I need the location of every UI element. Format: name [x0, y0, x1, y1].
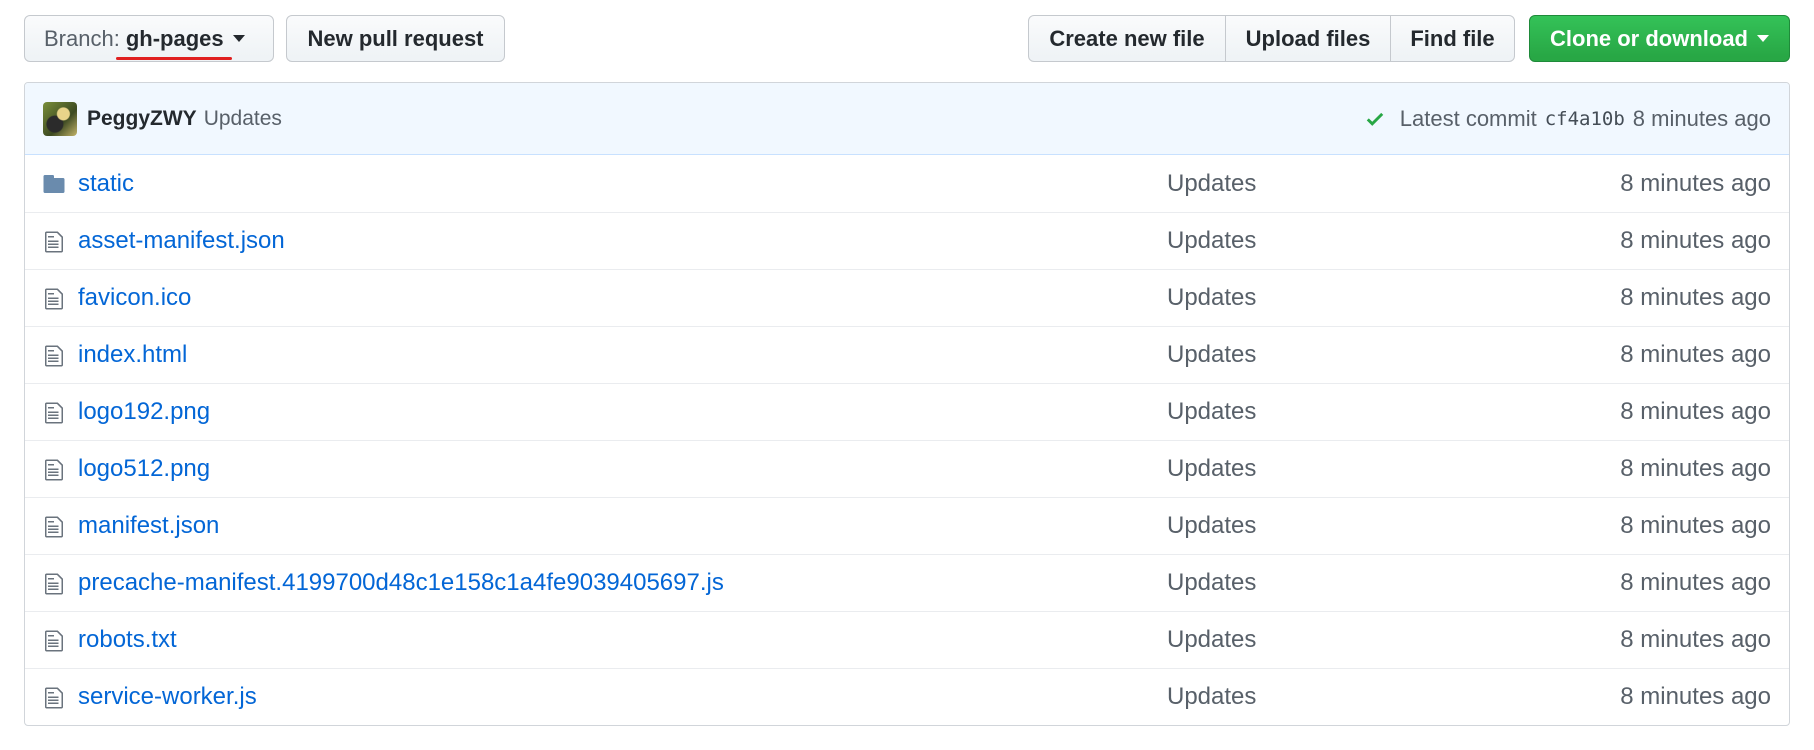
file-icon — [45, 288, 63, 310]
file-name-link[interactable]: index.html — [78, 341, 187, 369]
latest-commit-info: Latest commit cf4a10b 8 minutes ago — [1364, 106, 1771, 132]
avatar[interactable] — [43, 101, 77, 136]
file-commit-age: 8 minutes ago — [1620, 169, 1771, 197]
file-icon — [45, 459, 63, 481]
file-name-link[interactable]: manifest.json — [78, 512, 219, 540]
file-commit-message-link[interactable]: Updates — [1167, 569, 1256, 597]
file-icon — [42, 458, 66, 482]
file-icon — [42, 572, 66, 596]
file-commit-age: 8 minutes ago — [1620, 569, 1771, 596]
commit-message-link[interactable]: Updates — [204, 107, 282, 131]
repo-toolbar: Branch: gh-pages New pull request Create… — [24, 15, 1790, 64]
table-row: logo512.png Updates 8 minutes ago — [25, 440, 1789, 497]
table-row: precache-manifest.4199700d48c1e158c1a4fe… — [25, 554, 1789, 611]
table-row: static Updates 8 minutes ago — [25, 155, 1789, 212]
commit-sha-link[interactable]: cf4a10b — [1545, 108, 1625, 130]
file-name-link[interactable]: asset-manifest.json — [78, 227, 285, 255]
file-commit-message-link[interactable]: Updates — [1167, 683, 1256, 711]
file-icon — [42, 287, 66, 311]
table-row: manifest.json Updates 8 minutes ago — [25, 497, 1789, 554]
chevron-down-icon — [1757, 35, 1769, 42]
new-pull-request-button[interactable]: New pull request — [286, 15, 505, 62]
file-commit-message-link[interactable]: Updates — [1167, 626, 1256, 654]
file-name-link[interactable]: precache-manifest.4199700d48c1e158c1a4fe… — [78, 569, 724, 597]
file-name-link[interactable]: service-worker.js — [78, 683, 257, 711]
file-rows-container: static Updates 8 minutes ago asset-manif… — [25, 155, 1789, 725]
file-icon — [42, 686, 66, 710]
file-name-link[interactable]: robots.txt — [78, 626, 177, 654]
commit-author-link[interactable]: PeggyZWY — [87, 107, 197, 131]
file-icon — [45, 630, 63, 652]
file-commit-age: 8 minutes ago — [1620, 341, 1771, 368]
file-icon — [45, 231, 63, 253]
file-commit-age: 8 minutes ago — [1620, 284, 1771, 311]
file-icon — [42, 401, 66, 425]
file-commit-message-link[interactable]: Updates — [1167, 455, 1256, 483]
file-listing-table: PeggyZWY Updates Latest commit cf4a10b 8… — [24, 82, 1790, 726]
table-row: robots.txt Updates 8 minutes ago — [25, 611, 1789, 668]
branch-prefix-label: Branch: — [44, 25, 120, 51]
file-icon — [42, 230, 66, 254]
file-commit-age: 8 minutes ago — [1620, 512, 1771, 539]
file-name-link[interactable]: logo512.png — [78, 455, 210, 483]
folder-icon — [43, 175, 65, 193]
file-icon — [45, 402, 63, 424]
file-commit-message-link[interactable]: Updates — [1167, 284, 1256, 312]
file-icon — [45, 345, 63, 367]
find-file-button[interactable]: Find file — [1390, 15, 1515, 62]
file-name-link[interactable]: favicon.ico — [78, 284, 191, 312]
latest-commit-label: Latest commit — [1399, 105, 1537, 131]
file-icon — [42, 515, 66, 539]
file-name-link[interactable]: logo192.png — [78, 398, 210, 426]
create-new-file-button[interactable]: Create new file — [1028, 15, 1226, 62]
clone-or-download-button[interactable]: Clone or download — [1529, 15, 1790, 62]
latest-commit-bar: PeggyZWY Updates Latest commit cf4a10b 8… — [25, 83, 1789, 155]
file-commit-message-link[interactable]: Updates — [1167, 227, 1256, 255]
file-commit-age: 8 minutes ago — [1620, 227, 1771, 254]
commit-age: 8 minutes ago — [1632, 105, 1771, 131]
folder-icon — [42, 172, 66, 196]
branch-name-label: gh-pages — [115, 25, 232, 60]
file-commit-message-link[interactable]: Updates — [1167, 170, 1256, 198]
file-commit-age: 8 minutes ago — [1620, 626, 1771, 653]
file-commit-age: 8 minutes ago — [1620, 398, 1771, 425]
table-row: service-worker.js Updates 8 minutes ago — [25, 668, 1789, 725]
file-commit-age: 8 minutes ago — [1620, 683, 1771, 710]
chevron-down-icon — [232, 35, 245, 42]
red-underline-annotation — [115, 56, 232, 60]
table-row: asset-manifest.json Updates 8 minutes ag… — [25, 212, 1789, 269]
file-commit-age: 8 minutes ago — [1620, 455, 1771, 482]
upload-files-button[interactable]: Upload files — [1225, 15, 1391, 62]
clone-or-download-label: Clone or download — [1550, 25, 1748, 51]
file-icon — [42, 629, 66, 653]
file-actions-button-group: Create new file Upload files Find file — [1028, 15, 1515, 62]
table-row: logo192.png Updates 8 minutes ago — [25, 383, 1789, 440]
file-icon — [45, 573, 63, 595]
branch-name-text: gh-pages — [125, 25, 224, 51]
file-commit-message-link[interactable]: Updates — [1167, 398, 1256, 426]
file-icon — [42, 344, 66, 368]
branch-selector-button[interactable]: Branch: gh-pages — [24, 15, 274, 62]
file-icon — [45, 516, 63, 538]
file-commit-message-link[interactable]: Updates — [1167, 341, 1256, 369]
table-row: favicon.ico Updates 8 minutes ago — [25, 269, 1789, 326]
file-name-link[interactable]: static — [78, 170, 134, 198]
file-icon — [45, 687, 63, 709]
check-icon — [1366, 112, 1384, 126]
file-commit-message-link[interactable]: Updates — [1167, 512, 1256, 540]
table-row: index.html Updates 8 minutes ago — [25, 326, 1789, 383]
